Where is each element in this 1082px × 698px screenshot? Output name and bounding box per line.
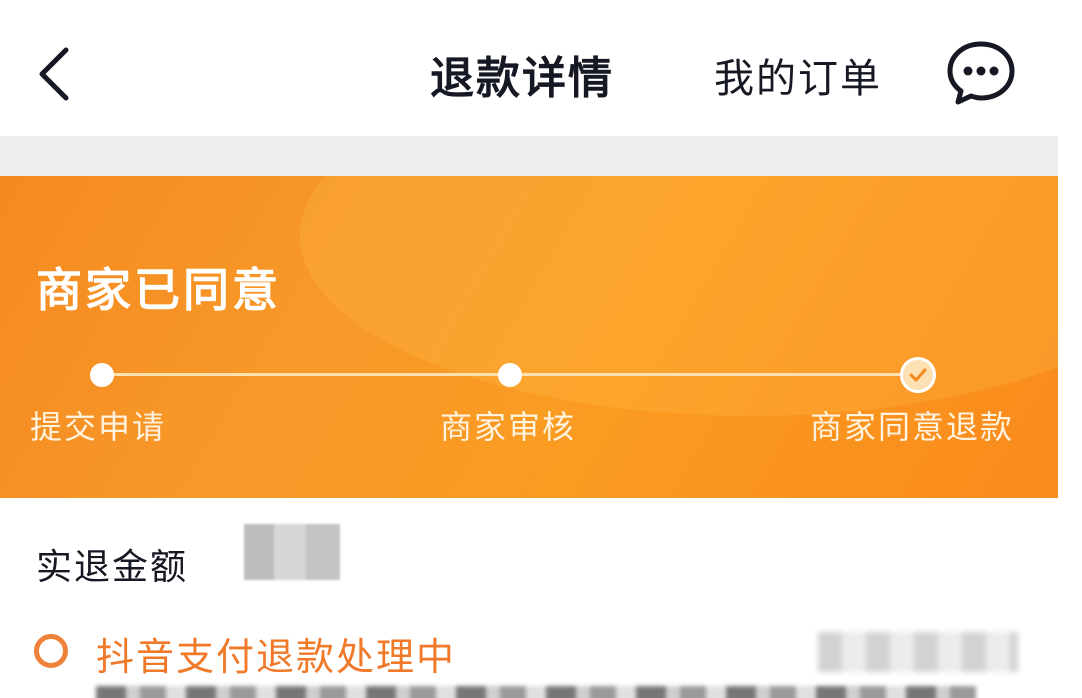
customer-service-button[interactable] <box>944 38 1018 108</box>
step-label-review: 商家审核 <box>440 408 577 446</box>
section-divider <box>0 136 1082 176</box>
chevron-left-icon <box>39 47 69 101</box>
step-label-approved: 商家同意退款 <box>810 408 1015 446</box>
refund-amount-value-redacted <box>244 524 340 580</box>
page-edge <box>1058 136 1082 698</box>
step-label-submit: 提交申请 <box>30 408 167 446</box>
status-ring-icon <box>34 634 68 668</box>
status-description-cutoff <box>96 686 976 698</box>
payment-status-row[interactable]: 抖音支付退款处理中 <box>0 618 1058 698</box>
banner-decoration <box>300 176 1058 416</box>
step-dot-submit <box>90 363 114 387</box>
my-orders-link[interactable]: 我的订单 <box>714 46 882 104</box>
page-title: 退款详情 <box>430 53 614 104</box>
refund-amount-label: 实退金额 <box>36 547 189 588</box>
payment-status-text: 抖音支付退款处理中 <box>96 635 457 679</box>
refund-status-title: 商家已同意 <box>36 263 281 317</box>
refund-amount-row: 实退金额 <box>0 498 1058 618</box>
step-dot-review <box>498 363 522 387</box>
chat-bubble-icon <box>947 41 1015 105</box>
payment-time-redacted <box>818 632 1018 672</box>
check-icon <box>909 368 927 382</box>
step-dot-approved <box>900 357 936 393</box>
nav-bar: 退款详情 我的订单 <box>0 0 1082 136</box>
refund-status-banner: 商家已同意 提交申请 商家审核 商家同意退款 <box>0 176 1058 498</box>
back-button[interactable] <box>22 38 92 110</box>
